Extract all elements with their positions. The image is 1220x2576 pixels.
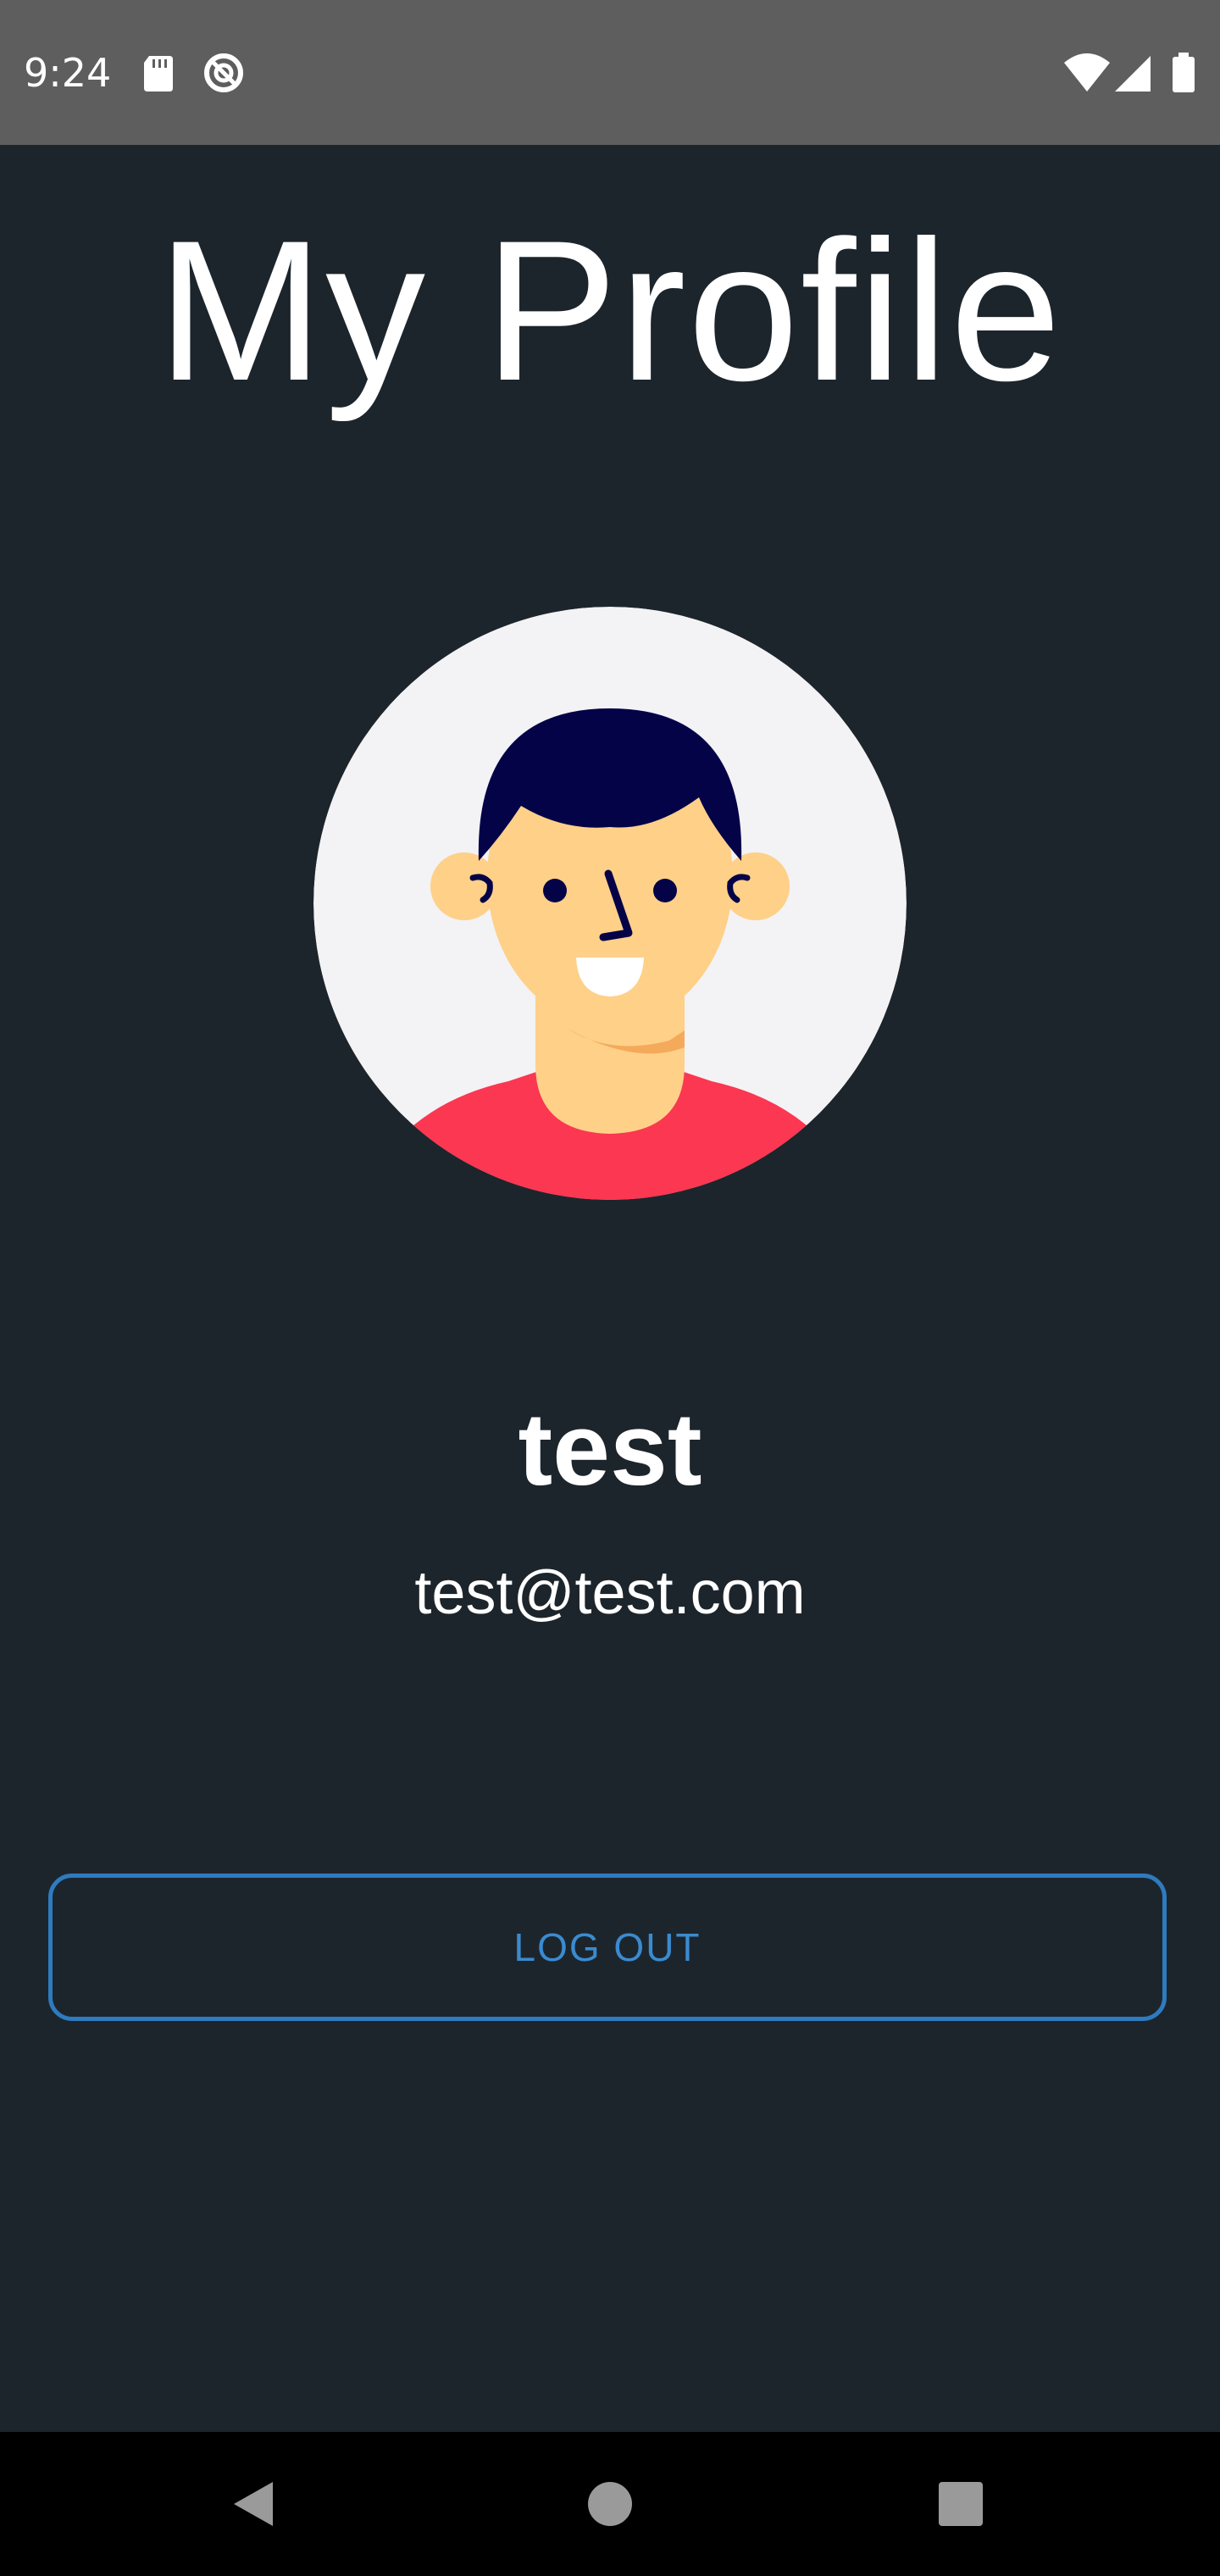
avatar xyxy=(313,607,907,1200)
wifi-icon xyxy=(1062,49,1112,97)
sd-card-icon xyxy=(142,49,176,97)
status-bar: 9:24 xyxy=(0,0,1220,145)
home-button[interactable] xyxy=(534,2432,686,2576)
home-icon xyxy=(588,2482,632,2526)
logout-button-label: LOG OUT xyxy=(513,1925,702,1969)
user-name: test xyxy=(518,1391,702,1507)
profile-screen xyxy=(0,145,1220,2432)
battery-icon xyxy=(1169,49,1198,97)
logout-button[interactable]: LOG OUT xyxy=(48,1874,1167,2021)
recents-icon xyxy=(939,2482,983,2526)
system-nav-bar xyxy=(0,2432,1220,2576)
back-icon xyxy=(234,2482,273,2526)
status-time: 9:24 xyxy=(24,50,112,96)
cell-signal-icon xyxy=(1112,49,1154,97)
page-title: My Profile xyxy=(157,199,1063,423)
back-button[interactable] xyxy=(178,2432,330,2576)
user-email: test@test.com xyxy=(414,1559,806,1627)
data-saver-icon xyxy=(200,49,247,97)
recents-button[interactable] xyxy=(884,2432,1037,2576)
